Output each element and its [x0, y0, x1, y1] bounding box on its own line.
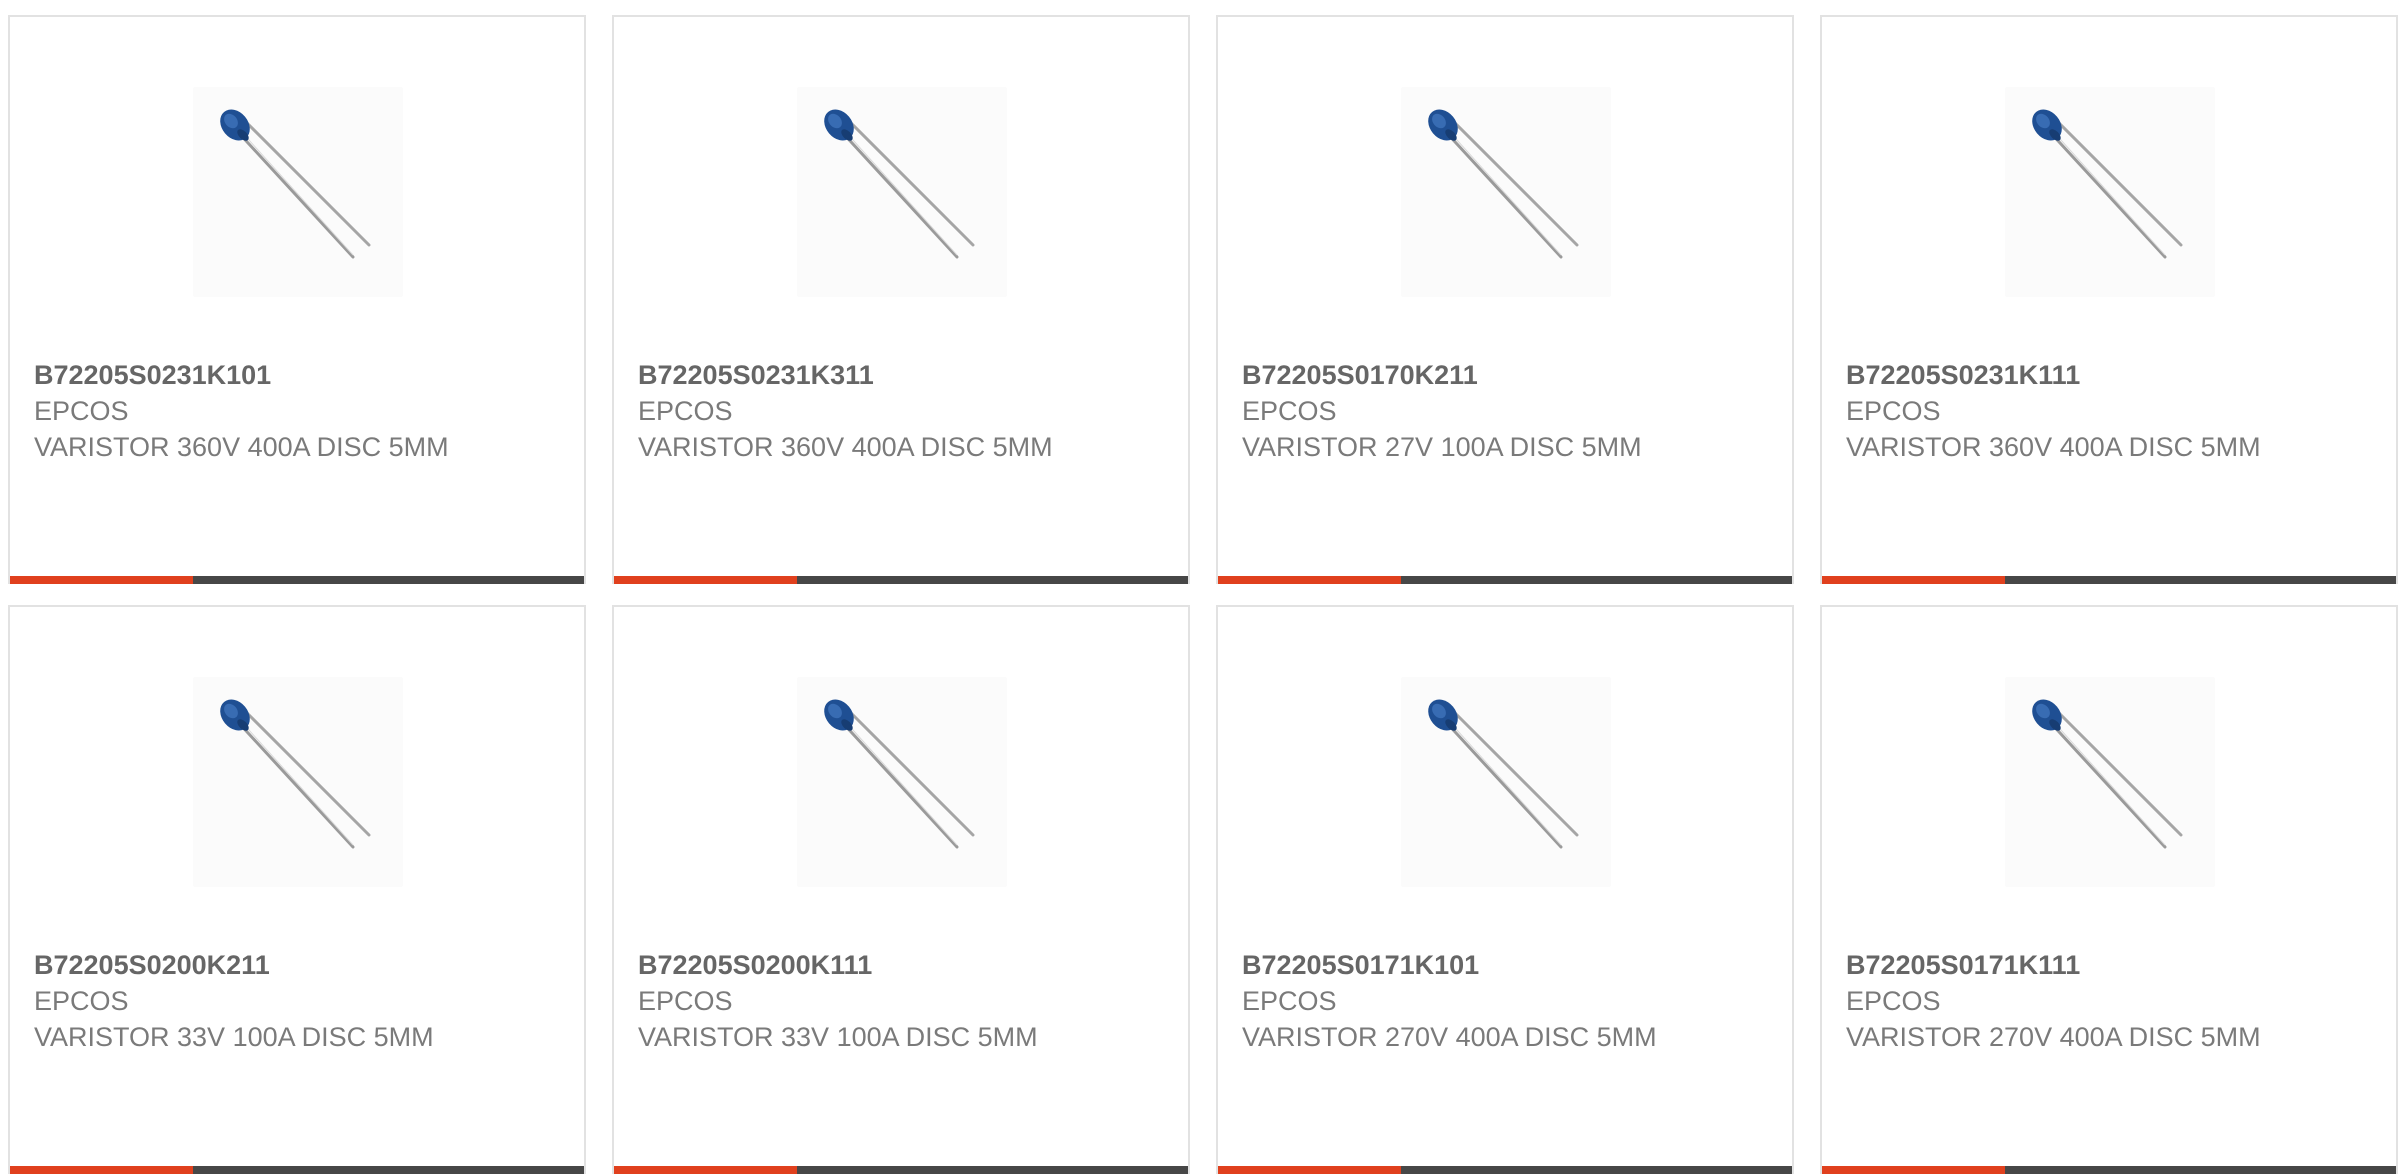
- product-info: B72205S0200K211 EPCOS VARISTOR 33V 100A …: [34, 947, 454, 1055]
- product-info: B72205S0200K111 EPCOS VARISTOR 33V 100A …: [638, 947, 1058, 1055]
- description: VARISTOR 33V 100A DISC 5MM: [34, 1022, 434, 1052]
- varistor-component-icon: [220, 699, 371, 849]
- product-info: B72205S0171K111 EPCOS VARISTOR 270V 400A…: [1846, 947, 2266, 1055]
- description: VARISTOR 270V 400A DISC 5MM: [1846, 1022, 2261, 1052]
- description: VARISTOR 270V 400A DISC 5MM: [1242, 1022, 1657, 1052]
- accent-highlight: [1822, 1166, 2005, 1174]
- manufacturer: EPCOS: [638, 396, 733, 426]
- product-card[interactable]: B72205S0200K211 EPCOS VARISTOR 33V 100A …: [8, 605, 586, 1174]
- description: VARISTOR 27V 100A DISC 5MM: [1242, 432, 1642, 462]
- product-info: B72205S0170K211 EPCOS VARISTOR 27V 100A …: [1242, 357, 1662, 465]
- description: VARISTOR 360V 400A DISC 5MM: [1846, 432, 2261, 462]
- card-accent-bar: [614, 576, 1188, 584]
- accent-highlight: [10, 1166, 193, 1174]
- product-grid: B72205S0231K101 EPCOS VARISTOR 360V 400A…: [8, 15, 2398, 1174]
- product-card[interactable]: B72205S0231K111 EPCOS VARISTOR 360V 400A…: [1820, 15, 2398, 584]
- card-accent-bar: [1822, 1166, 2396, 1174]
- manufacturer: EPCOS: [34, 396, 129, 426]
- card-accent-bar: [10, 576, 584, 584]
- product-info: B72205S0231K311 EPCOS VARISTOR 360V 400A…: [638, 357, 1058, 465]
- manufacturer: EPCOS: [638, 986, 733, 1016]
- product-info: B72205S0231K101 EPCOS VARISTOR 360V 400A…: [34, 357, 454, 465]
- card-accent-bar: [10, 1166, 584, 1174]
- varistor-component-icon: [1428, 109, 1579, 259]
- manufacturer: EPCOS: [1846, 986, 1941, 1016]
- description: VARISTOR 360V 400A DISC 5MM: [638, 432, 1053, 462]
- manufacturer: EPCOS: [1242, 396, 1337, 426]
- product-info: B72205S0231K111 EPCOS VARISTOR 360V 400A…: [1846, 357, 2266, 465]
- part-number[interactable]: B72205S0200K211: [34, 947, 454, 983]
- product-card[interactable]: B72205S0200K111 EPCOS VARISTOR 33V 100A …: [612, 605, 1190, 1174]
- description: VARISTOR 33V 100A DISC 5MM: [638, 1022, 1038, 1052]
- varistor-image[interactable]: [193, 677, 403, 887]
- varistor-component-icon: [1428, 699, 1579, 849]
- varistor-component-icon: [2032, 699, 2183, 849]
- product-card[interactable]: B72205S0231K311 EPCOS VARISTOR 360V 400A…: [612, 15, 1190, 584]
- card-accent-bar: [1218, 1166, 1792, 1174]
- varistor-component-icon: [220, 109, 371, 259]
- varistor-image[interactable]: [1401, 677, 1611, 887]
- card-accent-bar: [1218, 576, 1792, 584]
- varistor-image[interactable]: [797, 677, 1007, 887]
- accent-highlight: [1218, 1166, 1401, 1174]
- accent-highlight: [614, 1166, 797, 1174]
- part-number[interactable]: B72205S0170K211: [1242, 357, 1662, 393]
- varistor-image[interactable]: [797, 87, 1007, 297]
- accent-highlight: [10, 576, 193, 584]
- varistor-component-icon: [824, 699, 975, 849]
- manufacturer: EPCOS: [34, 986, 129, 1016]
- part-number[interactable]: B72205S0231K111: [1846, 357, 2266, 393]
- varistor-image[interactable]: [1401, 87, 1611, 297]
- varistor-component-icon: [2032, 109, 2183, 259]
- accent-highlight: [614, 576, 797, 584]
- varistor-image[interactable]: [2005, 87, 2215, 297]
- product-card[interactable]: B72205S0171K101 EPCOS VARISTOR 270V 400A…: [1216, 605, 1794, 1174]
- manufacturer: EPCOS: [1846, 396, 1941, 426]
- accent-highlight: [1218, 576, 1401, 584]
- manufacturer: EPCOS: [1242, 986, 1337, 1016]
- card-accent-bar: [614, 1166, 1188, 1174]
- part-number[interactable]: B72205S0200K111: [638, 947, 1058, 983]
- part-number[interactable]: B72205S0171K111: [1846, 947, 2266, 983]
- card-accent-bar: [1822, 576, 2396, 584]
- product-card[interactable]: B72205S0171K111 EPCOS VARISTOR 270V 400A…: [1820, 605, 2398, 1174]
- product-card[interactable]: B72205S0170K211 EPCOS VARISTOR 27V 100A …: [1216, 15, 1794, 584]
- part-number[interactable]: B72205S0171K101: [1242, 947, 1662, 983]
- description: VARISTOR 360V 400A DISC 5MM: [34, 432, 449, 462]
- part-number[interactable]: B72205S0231K101: [34, 357, 454, 393]
- accent-highlight: [1822, 576, 2005, 584]
- varistor-image[interactable]: [2005, 677, 2215, 887]
- varistor-component-icon: [824, 109, 975, 259]
- product-card[interactable]: B72205S0231K101 EPCOS VARISTOR 360V 400A…: [8, 15, 586, 584]
- varistor-image[interactable]: [193, 87, 403, 297]
- part-number[interactable]: B72205S0231K311: [638, 357, 1058, 393]
- product-info: B72205S0171K101 EPCOS VARISTOR 270V 400A…: [1242, 947, 1662, 1055]
